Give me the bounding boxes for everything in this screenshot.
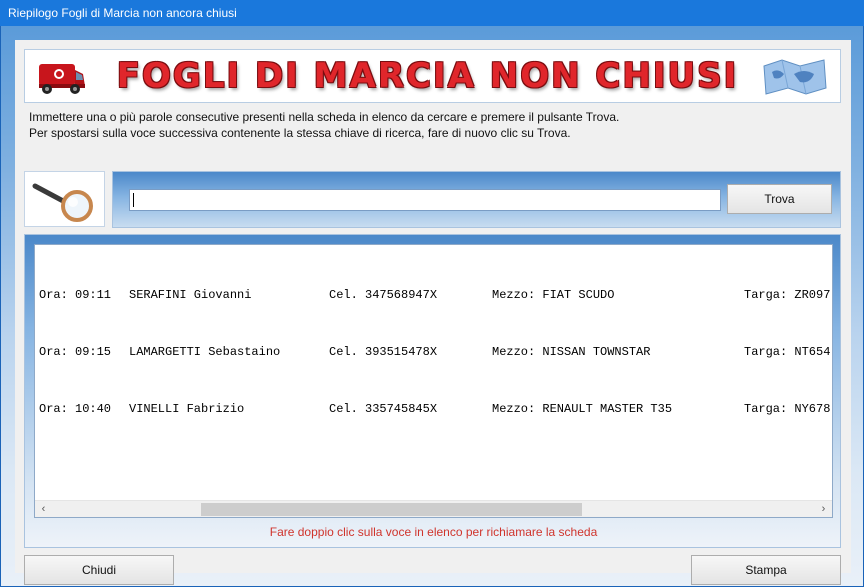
scrollbar-thumb[interactable] bbox=[201, 503, 582, 516]
magnifier-icon bbox=[32, 183, 93, 222]
list-panel: Ora: 09:11 SERAFINI Giovanni Cel. 347568… bbox=[24, 234, 841, 548]
content-panel: FOGLI DI MARCIA NON CHIUSI Immettere una… bbox=[15, 40, 851, 585]
close-button[interactable]: Chiudi bbox=[24, 555, 174, 585]
row-phone: Cel. 347568947X bbox=[329, 288, 438, 302]
print-button[interactable]: Stampa bbox=[691, 555, 841, 585]
text-caret bbox=[133, 193, 134, 207]
scroll-left-icon[interactable]: ‹ bbox=[35, 501, 52, 517]
horizontal-scrollbar[interactable]: ‹ › bbox=[35, 500, 832, 517]
row-time: Ora: 09:15 bbox=[39, 345, 112, 359]
find-button[interactable]: Trova bbox=[727, 184, 832, 214]
records-list[interactable]: Ora: 09:11 SERAFINI Giovanni Cel. 347568… bbox=[34, 244, 833, 518]
row-vehicle: Mezzo: RENAULT MASTER T35 bbox=[492, 402, 673, 416]
row-phone: Cel. 393515478X bbox=[329, 345, 438, 359]
double-click-hint: Fare doppio clic sulla voce in elenco pe… bbox=[269, 525, 598, 539]
list-item[interactable]: Ora: 10:40 VINELLI Fabrizio Cel. 3357458… bbox=[39, 400, 832, 419]
search-panel: Trova bbox=[112, 171, 841, 228]
row-vehicle: Mezzo: FIAT SCUDO bbox=[492, 288, 615, 302]
row-vehicle: Mezzo: NISSAN TOWNSTAR bbox=[492, 345, 651, 359]
instructions: Immettere una o più parole consecutive p… bbox=[29, 109, 619, 141]
row-time: Ora: 09:11 bbox=[39, 288, 112, 302]
list-rows: Ora: 09:11 SERAFINI Giovanni Cel. 347568… bbox=[39, 248, 832, 457]
banner: FOGLI DI MARCIA NON CHIUSI bbox=[24, 49, 841, 103]
row-phone: Cel. 335745845X bbox=[329, 402, 438, 416]
row-name: LAMARGETTI Sebastaino bbox=[129, 345, 281, 359]
list-item[interactable]: Ora: 09:11 SERAFINI Giovanni Cel. 347568… bbox=[39, 286, 832, 305]
scroll-right-icon[interactable]: › bbox=[815, 501, 832, 517]
instructions-line-1: Immettere una o più parole consecutive p… bbox=[29, 110, 620, 124]
window-body: FOGLI DI MARCIA NON CHIUSI Immettere una… bbox=[0, 26, 864, 587]
van-icon bbox=[39, 64, 85, 94]
row-plate: Targa: ZR097 bbox=[744, 288, 831, 302]
row-plate: Targa: NT654 bbox=[744, 345, 831, 359]
row-time: Ora: 10:40 bbox=[39, 402, 112, 416]
row-plate: Targa: NY678 bbox=[744, 402, 831, 416]
list-item[interactable]: Ora: 09:15 LAMARGETTI Sebastaino Cel. 39… bbox=[39, 343, 832, 362]
banner-title: FOGLI DI MARCIA NON CHIUSI bbox=[116, 56, 739, 96]
map-icon bbox=[763, 59, 827, 95]
instructions-line-2: Per spostarsi sulla voce successiva cont… bbox=[29, 126, 571, 140]
row-name: SERAFINI Giovanni bbox=[129, 288, 252, 302]
search-icon-box bbox=[24, 171, 105, 227]
window-title: Riepilogo Fogli di Marcia non ancora chi… bbox=[0, 0, 864, 26]
row-name: VINELLI Fabrizio bbox=[129, 402, 245, 416]
search-input[interactable] bbox=[129, 189, 721, 211]
